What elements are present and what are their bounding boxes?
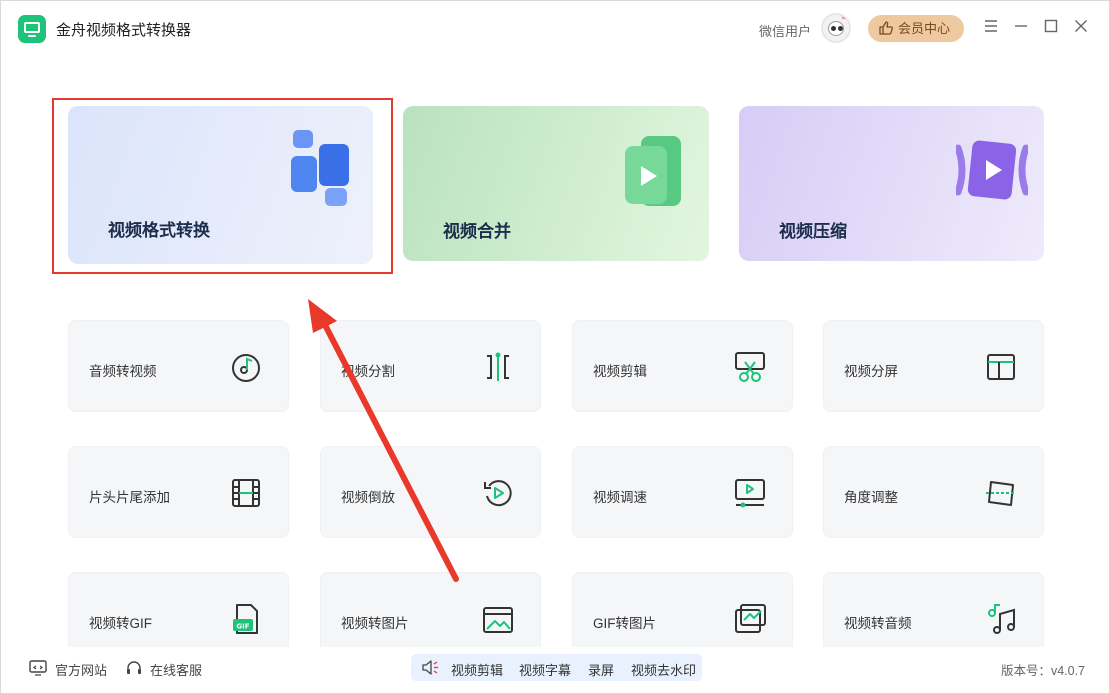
- tool-label: 视频分屏: [844, 364, 898, 379]
- minimize-icon[interactable]: [1012, 17, 1030, 35]
- tool-label: 视频分割: [341, 364, 395, 379]
- user-name[interactable]: 微信用户: [759, 21, 811, 40]
- tool-label: 音频转视频: [89, 364, 157, 379]
- svg-text:GIF: GIF: [236, 623, 249, 631]
- official-site-link[interactable]: 官方网站: [29, 660, 107, 679]
- image-chart-icon: [735, 604, 766, 633]
- speaker-icon: [422, 660, 438, 675]
- footer-bar: 官方网站 在线客服 视频剪辑 视频字幕 录屏 视频去水印 版本号：v4.0.7: [1, 647, 1109, 691]
- tool-audio-to-video[interactable]: 音频转视频: [68, 320, 289, 412]
- gif-file-icon: GIF: [233, 604, 258, 634]
- rotate-frame-icon: [986, 481, 1016, 506]
- tool-intro-outro[interactable]: 片头片尾添加: [68, 446, 289, 538]
- audio-disc-icon: [232, 354, 260, 382]
- music-notes-icon: [988, 604, 1015, 634]
- video-merge-icon: [625, 136, 681, 206]
- quick-links-bar: 视频剪辑 视频字幕 录屏 视频去水印: [411, 654, 702, 681]
- maximize-icon[interactable]: [1042, 17, 1060, 35]
- title-bar: 金舟视频格式转换器 微信用户 会员中心: [1, 1, 1109, 57]
- thumb-up-icon: [879, 21, 893, 35]
- tool-label: 视频剪辑: [593, 364, 647, 379]
- avatar[interactable]: [821, 13, 851, 43]
- speed-monitor-icon: [735, 479, 765, 508]
- tool-split-screen[interactable]: 视频分屏: [823, 320, 1044, 412]
- close-icon[interactable]: [1072, 17, 1090, 35]
- quick-link-video-edit[interactable]: 视频剪辑: [451, 660, 503, 679]
- video-compress-icon: [956, 140, 1028, 200]
- tool-label: 视频转音频: [844, 616, 912, 631]
- tool-label: 角度调整: [844, 490, 898, 505]
- reverse-play-icon: [484, 480, 512, 507]
- tool-video-cut[interactable]: 视频剪辑: [572, 320, 793, 412]
- tool-label: 片头片尾添加: [89, 490, 170, 505]
- quick-link-remove-watermark[interactable]: 视频去水印: [631, 660, 696, 679]
- tool-video-split[interactable]: 视频分割: [320, 320, 541, 412]
- tool-video-speed[interactable]: 视频调速: [572, 446, 793, 538]
- official-site-label: 官方网站: [55, 663, 108, 678]
- tool-label: 视频转图片: [341, 616, 409, 631]
- split-screen-icon: [987, 354, 1015, 380]
- hero-card-compress[interactable]: 视频压缩: [739, 106, 1044, 261]
- film-strip-icon: [232, 479, 260, 507]
- app-logo-icon: [18, 15, 46, 43]
- tool-video-reverse[interactable]: 视频倒放: [320, 446, 541, 538]
- vip-center-button[interactable]: 会员中心: [868, 15, 964, 42]
- highlight-annotation-box: [52, 98, 393, 274]
- online-service-link[interactable]: 在线客服: [125, 660, 202, 679]
- vip-center-label: 会员中心: [898, 21, 951, 36]
- hero-card-merge[interactable]: 视频合并: [403, 106, 709, 261]
- app-title: 金舟视频格式转换器: [56, 22, 192, 39]
- tool-label: 视频调速: [593, 490, 647, 505]
- tool-label: 视频转GIF: [89, 616, 152, 631]
- online-service-label: 在线客服: [150, 663, 203, 678]
- headset-icon: [127, 661, 141, 674]
- version-label: 版本号：v4.0.7: [1000, 664, 1085, 678]
- image-icon: [483, 607, 513, 633]
- scissors-icon: [735, 352, 765, 382]
- quick-link-screen-record[interactable]: 录屏: [588, 660, 614, 679]
- hero-label: 视频压缩: [779, 222, 847, 241]
- split-icon: [487, 352, 509, 381]
- hero-label: 视频合并: [443, 222, 511, 241]
- quick-link-subtitles[interactable]: 视频字幕: [519, 660, 571, 679]
- tool-label: 视频倒放: [341, 490, 395, 505]
- menu-icon[interactable]: [982, 17, 1000, 35]
- monitor-icon: [29, 660, 47, 676]
- app-window: 金舟视频格式转换器 微信用户 会员中心 视频格式转换 视频合并 视频压缩 音频转…: [0, 0, 1110, 694]
- tool-label: GIF转图片: [593, 616, 656, 631]
- tool-angle-adjust[interactable]: 角度调整: [823, 446, 1044, 538]
